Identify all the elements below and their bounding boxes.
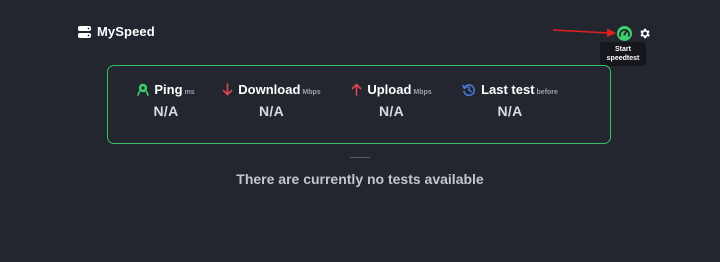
stat-unit: ms xyxy=(184,89,195,96)
arrow-up-icon xyxy=(352,83,362,96)
tooltip-line-2: speedtest xyxy=(606,55,640,62)
ping-icon xyxy=(137,83,150,96)
gear-icon[interactable] xyxy=(638,27,651,40)
stat-ping: Ping ms N/A xyxy=(116,82,216,119)
app-header: MySpeed xyxy=(78,24,155,39)
speedometer-icon xyxy=(619,29,630,37)
divider xyxy=(350,157,370,158)
stat-upload: Upload Mbps N/A xyxy=(340,82,443,119)
stat-label: Last test xyxy=(481,82,535,97)
empty-state-message: There are currently no tests available xyxy=(236,171,484,187)
stat-last-test: Last test before N/A xyxy=(452,82,568,119)
stat-unit: Mbps xyxy=(302,89,321,96)
tooltip-line-1: Start xyxy=(615,46,631,53)
stats-card: Ping ms N/A Download Mbps N/A Upload Mbp… xyxy=(107,65,611,144)
stat-unit: before xyxy=(536,89,558,96)
stat-value: N/A xyxy=(378,103,404,119)
stat-label: Upload xyxy=(367,82,412,97)
stat-value: N/A xyxy=(258,103,284,119)
stat-value: N/A xyxy=(153,103,179,119)
stat-download: Download Mbps N/A xyxy=(214,82,329,119)
stat-label: Ping xyxy=(154,82,183,97)
stat-label: Download xyxy=(238,82,301,97)
start-speedtest-button[interactable] xyxy=(617,26,632,41)
app-title: MySpeed xyxy=(97,24,155,39)
arrow-down-icon xyxy=(222,83,233,96)
server-logo-icon xyxy=(78,25,91,38)
stat-unit: Mbps xyxy=(413,89,432,96)
header-actions xyxy=(617,26,651,41)
history-icon xyxy=(462,83,476,96)
annotation-arrow xyxy=(552,28,616,37)
speedtest-tooltip: Start speedtest xyxy=(600,42,646,66)
stat-value: N/A xyxy=(497,103,523,119)
